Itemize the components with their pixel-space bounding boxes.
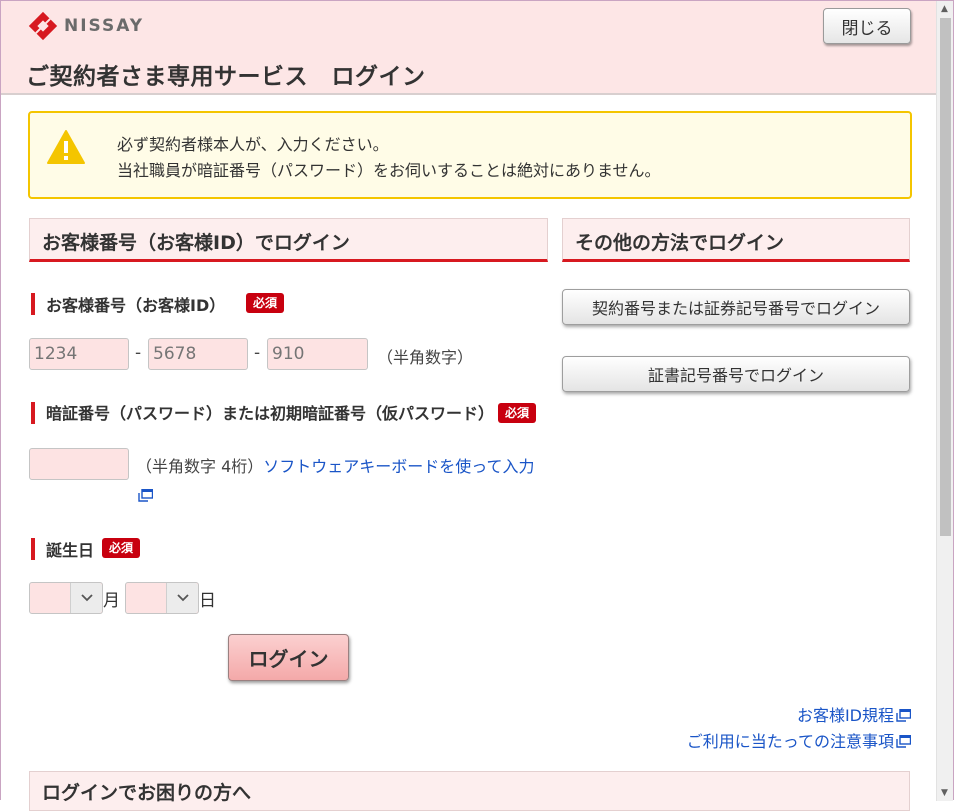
birthday-label: 誕生日 (31, 537, 94, 561)
separator: - (254, 343, 261, 363)
title-bar: ご契約者さま専用サービス ログイン (1, 49, 937, 95)
month-unit: 月 (103, 591, 120, 611)
customer-id-terms-link[interactable]: お客様ID規程 (797, 702, 911, 726)
usage-notes-text: ご利用に当たっての注意事項 (686, 732, 894, 751)
usage-notes-link[interactable]: ご利用に当たっての注意事項 (687, 728, 911, 752)
customer-number-part3-input[interactable] (267, 338, 368, 370)
customer-id-login-heading: お客様番号（お客様ID）でログイン (29, 218, 548, 262)
external-window-icon (896, 735, 911, 748)
security-notice: 必ず契約者様本人が、入力ください。 当社職員が暗証番号（パスワード）をお伺いする… (28, 111, 912, 199)
customer-number-part2-input[interactable] (148, 338, 248, 370)
login-help-heading: ログインでお困りの方へ (29, 771, 910, 811)
scrollbar-thumb[interactable] (940, 18, 951, 536)
page-title: ご契約者さま専用サービス ログイン (26, 64, 426, 90)
day-unit: 日 (199, 591, 216, 611)
customer-id-terms-text: お客様ID規程 (796, 706, 894, 725)
customer-number-hint: （半角数字） (377, 348, 474, 367)
nissay-logo-icon (28, 11, 58, 41)
pin-hint-block: （半角数字 4桁）ソフトウェアキーボードを使って入力 (136, 452, 548, 510)
birth-month-select[interactable] (29, 582, 103, 614)
close-button[interactable]: 閉じる (823, 8, 911, 44)
brand-name: NISSAY (64, 16, 145, 36)
certificate-number-login-button[interactable]: 証書記号番号でログイン (562, 356, 910, 392)
pin-label: 暗証番号（パスワード）または初期暗証番号（仮パスワード） (31, 401, 506, 427)
scroll-up-arrow-icon[interactable]: ▲ (941, 4, 948, 14)
required-badge: 必須 (246, 293, 285, 313)
pin-hint: （半角数字 4桁） (136, 457, 264, 476)
scroll-down-arrow-icon[interactable]: ▼ (941, 788, 948, 798)
top-bar: NISSAY 閉じる (1, 1, 937, 49)
required-badge: 必須 (498, 403, 537, 423)
vertical-scrollbar[interactable]: ▲ ▼ (936, 1, 953, 801)
warning-icon (47, 130, 85, 164)
pin-input[interactable] (29, 448, 129, 480)
external-window-icon (896, 709, 911, 722)
required-badge: 必須 (102, 538, 141, 558)
nissay-logo: NISSAY (28, 11, 144, 41)
page: NISSAY 閉じる ご契約者さま専用サービス ログイン 必ず契約者様本人が、入… (1, 1, 937, 811)
customer-number-part1-input[interactable] (29, 338, 129, 370)
login-button[interactable]: ログイン (228, 634, 349, 681)
notice-text-line1: 必ず契約者様本人が、入力ください。 (117, 135, 389, 154)
external-window-icon (138, 489, 153, 502)
chevron-down-icon (166, 583, 198, 613)
software-keyboard-link[interactable]: ソフトウェアキーボードを使って入力 (263, 457, 534, 476)
separator: - (135, 343, 142, 363)
customer-number-label: お客様番号（お客様ID） (31, 292, 225, 316)
chevron-down-icon (70, 583, 102, 613)
other-login-heading: その他の方法でログイン (562, 218, 910, 262)
birth-day-select[interactable] (125, 582, 199, 614)
notice-text-line2: 当社職員が暗証番号（パスワード）をお伺いすることは絶対にありません。 (117, 161, 661, 180)
contract-number-login-button[interactable]: 契約番号または証券記号番号でログイン (562, 289, 910, 325)
